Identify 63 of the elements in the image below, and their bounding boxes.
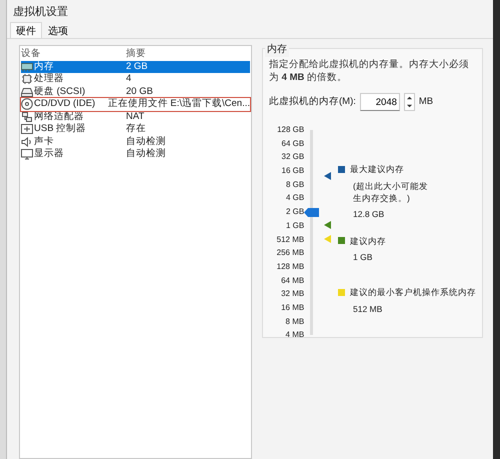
group-title: 内存	[265, 42, 289, 57]
device-row[interactable]: 显示器 自动检测	[21, 148, 250, 160]
device-summary: 2 GB	[125, 60, 250, 73]
tick-label: 4 GB	[284, 192, 304, 204]
device-row[interactable]: USB 控制器 存在	[21, 123, 250, 136]
device-summary: 4	[125, 73, 132, 86]
window-title: 虚拟机设置	[12, 4, 69, 20]
tick-label: 8 MB	[284, 316, 304, 328]
unit-label: MB	[418, 94, 434, 109]
legend-value: 512 MB	[353, 302, 384, 316]
device-name: 显示器	[34, 148, 64, 160]
legend-label: 建议内存	[350, 234, 386, 248]
device-name: 内存	[34, 60, 54, 73]
tab[interactable]: 选项	[42, 22, 74, 38]
device-row[interactable]: 内存 2 GB	[21, 60, 250, 73]
device-summary: 自动检测	[125, 136, 167, 148]
device-row[interactable]: 声卡 自动检测	[21, 136, 250, 148]
tick-label: 128 GB	[276, 124, 304, 136]
device-summary: 存在	[125, 123, 147, 136]
device-name: 处理器	[34, 73, 64, 86]
device-row[interactable]: CD/DVD (IDE) 正在使用文件 E:\迅雷下载\Cen...	[21, 98, 250, 110]
tick-label: 128 MB	[276, 260, 304, 273]
tick-label: 16 MB	[280, 302, 304, 314]
device-row[interactable]: 处理器 4	[21, 73, 250, 86]
legend-value: 12.8 GB	[353, 208, 386, 220]
column-header: 摘要	[125, 48, 147, 60]
tab[interactable]: 硬件	[10, 22, 42, 38]
tick-label: 4 MB	[284, 329, 304, 342]
tick-label: 512 MB	[276, 234, 304, 246]
legend-note: (超出此大小可能发生内存交换。)	[353, 180, 429, 204]
tick-label: 1 GB	[284, 220, 304, 232]
device-name: 声卡	[34, 136, 54, 148]
tick-label: 16 GB	[280, 165, 304, 178]
slider-thumb[interactable]	[304, 208, 320, 217]
device-name: CD/DVD (IDE)	[34, 98, 96, 110]
down-arrow-icon[interactable]	[406, 103, 413, 109]
tick-label: 2 GB	[284, 206, 304, 218]
tick-label: 32 MB	[280, 288, 304, 300]
device-row[interactable]: 硬盘 (SCSI) 20 GB	[21, 86, 250, 98]
device-summary: 正在使用文件 E:\迅雷下载\Cen...	[106, 98, 250, 110]
device-summary: 20 GB	[125, 86, 154, 98]
tick-label: 256 MB	[276, 247, 304, 260]
memory-input[interactable]: 2048	[360, 93, 400, 111]
drive-icon	[21, 86, 33, 98]
column-header: 设备	[21, 48, 42, 60]
network-icon	[21, 110, 33, 123]
legend-label: 建议的最小客户机操作系统内存	[350, 286, 476, 299]
device-summary: NAT	[125, 110, 146, 123]
device-name: USB 控制器	[34, 123, 86, 136]
field-label: 此虚拟机的内存(M):	[269, 94, 356, 109]
tick-label: 64 GB	[280, 138, 304, 150]
tick-label: 8 GB	[284, 178, 304, 191]
chip-icon	[21, 73, 33, 86]
memory-chip-icon	[21, 60, 33, 73]
spin-buttons[interactable]	[404, 93, 415, 111]
up-arrow-icon[interactable]	[406, 95, 413, 101]
tick-label: 64 MB	[280, 274, 304, 287]
device-name: 硬盘 (SCSI)	[34, 86, 86, 98]
legend-value: 1 GB	[353, 251, 374, 264]
description-text: 指定分配给此虚拟机的内存量。内存大小必须为 4 MB 的倍数。	[269, 58, 470, 84]
device-summary: 自动检测	[125, 148, 167, 160]
legend-label: 最大建议内存	[350, 163, 404, 176]
tick-label: 32 GB	[280, 151, 304, 164]
